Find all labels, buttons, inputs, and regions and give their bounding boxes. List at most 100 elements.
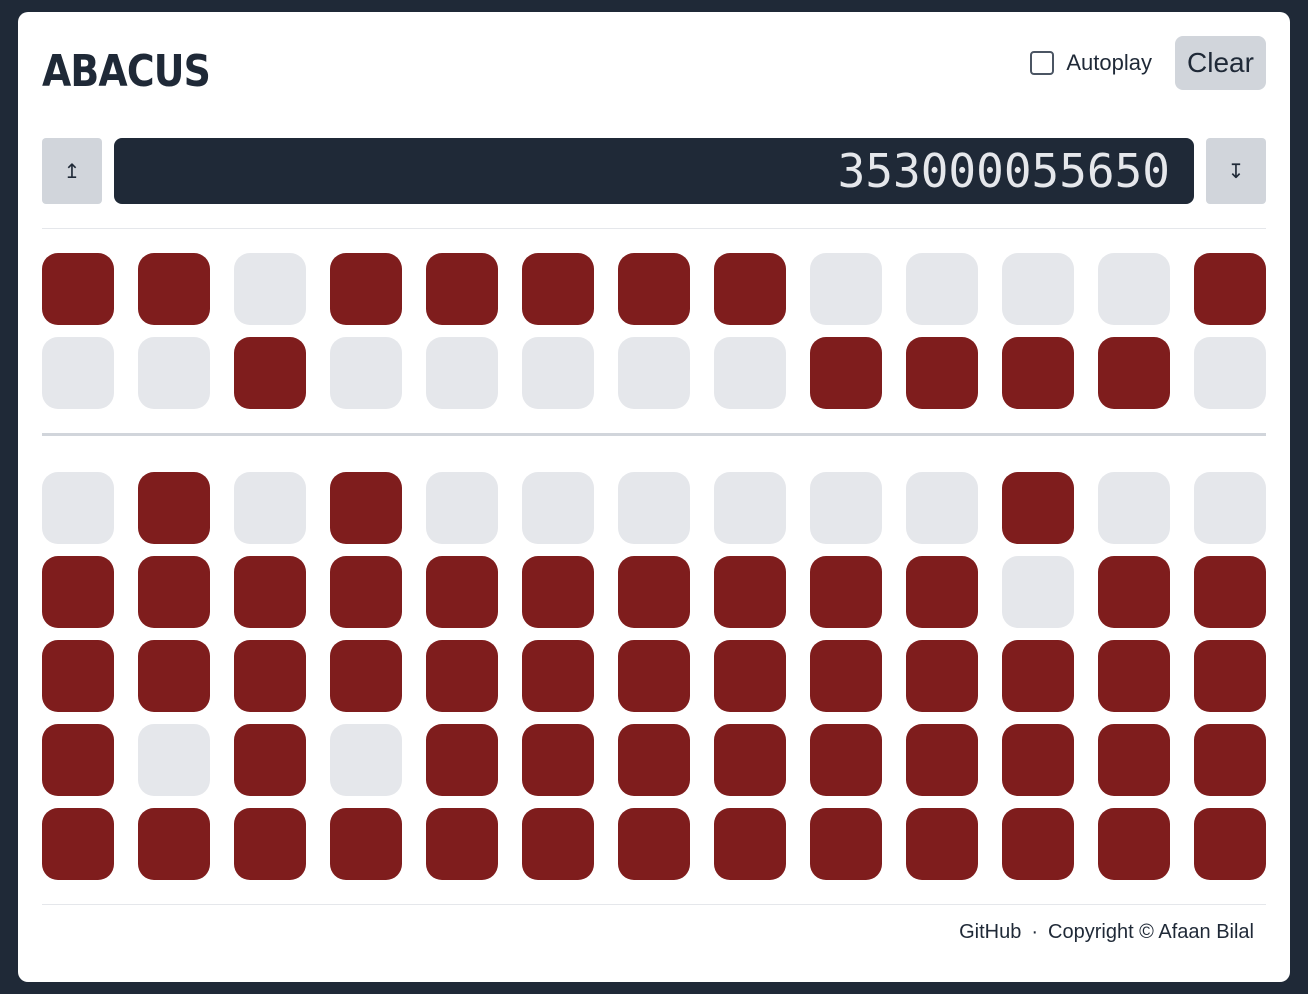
earth-bead[interactable]	[42, 808, 114, 880]
heaven-bead[interactable]	[618, 337, 690, 409]
heaven-bead[interactable]	[234, 337, 306, 409]
heaven-bead[interactable]	[42, 253, 114, 325]
earth-bead[interactable]	[42, 472, 114, 544]
earth-bead[interactable]	[522, 724, 594, 796]
earth-bead[interactable]	[330, 472, 402, 544]
earth-bead[interactable]	[426, 808, 498, 880]
app-title: ABACUS	[42, 46, 211, 97]
earth-bead[interactable]	[714, 556, 786, 628]
earth-bead[interactable]	[810, 724, 882, 796]
autoplay-checkbox[interactable]	[1030, 51, 1055, 75]
earth-bead[interactable]	[42, 640, 114, 712]
earth-bead[interactable]	[810, 640, 882, 712]
earth-bead[interactable]	[234, 472, 306, 544]
earth-bead[interactable]	[1002, 472, 1074, 544]
earth-bead[interactable]	[1002, 640, 1074, 712]
heaven-bead[interactable]	[234, 253, 306, 325]
earth-bead[interactable]	[138, 472, 210, 544]
earth-bead[interactable]	[138, 808, 210, 880]
earth-bead[interactable]	[906, 640, 978, 712]
earth-bead[interactable]	[234, 640, 306, 712]
shift-up-button[interactable]: ↥	[42, 138, 102, 204]
earth-bead[interactable]	[810, 472, 882, 544]
earth-bead[interactable]	[1002, 724, 1074, 796]
earth-bead[interactable]	[522, 472, 594, 544]
earth-bead[interactable]	[330, 556, 402, 628]
heaven-bead[interactable]	[330, 337, 402, 409]
heaven-bead[interactable]	[426, 253, 498, 325]
heaven-bead[interactable]	[522, 253, 594, 325]
heaven-bead[interactable]	[42, 337, 114, 409]
earth-bead[interactable]	[1098, 808, 1170, 880]
heaven-bead[interactable]	[906, 337, 978, 409]
heaven-bead[interactable]	[714, 337, 786, 409]
heaven-bead[interactable]	[810, 253, 882, 325]
autoplay-toggle[interactable]: Autoplay	[1030, 50, 1152, 76]
earth-bead[interactable]	[618, 640, 690, 712]
earth-bead[interactable]	[522, 640, 594, 712]
earth-bead[interactable]	[1194, 724, 1266, 796]
heaven-bead[interactable]	[330, 253, 402, 325]
earth-bead[interactable]	[234, 724, 306, 796]
heaven-bead[interactable]	[1194, 253, 1266, 325]
earth-bead[interactable]	[1194, 640, 1266, 712]
earth-bead[interactable]	[1098, 724, 1170, 796]
earth-bead[interactable]	[1194, 808, 1266, 880]
earth-bead[interactable]	[426, 724, 498, 796]
top-separator	[42, 228, 1266, 229]
earth-bead[interactable]	[234, 808, 306, 880]
earth-bead[interactable]	[330, 808, 402, 880]
earth-bead[interactable]	[1002, 556, 1074, 628]
github-link[interactable]: GitHub	[959, 921, 1021, 944]
earth-bead[interactable]	[1098, 472, 1170, 544]
shift-down-button[interactable]: ↧	[1206, 138, 1266, 204]
heaven-bead[interactable]	[1002, 253, 1074, 325]
earth-bead[interactable]	[906, 724, 978, 796]
clear-button[interactable]: Clear	[1175, 36, 1266, 90]
earth-bead[interactable]	[522, 808, 594, 880]
earth-bead[interactable]	[426, 640, 498, 712]
earth-bead[interactable]	[426, 472, 498, 544]
heaven-bead[interactable]	[426, 337, 498, 409]
earth-bead[interactable]	[42, 556, 114, 628]
heaven-bead[interactable]	[906, 253, 978, 325]
earth-bead[interactable]	[1002, 808, 1074, 880]
earth-bead[interactable]	[618, 472, 690, 544]
earth-bead[interactable]	[714, 472, 786, 544]
heaven-bead[interactable]	[1194, 337, 1266, 409]
heaven-bead[interactable]	[1098, 253, 1170, 325]
abacus-beam	[42, 433, 1266, 436]
heaven-bead[interactable]	[810, 337, 882, 409]
earth-bead[interactable]	[138, 556, 210, 628]
earth-bead[interactable]	[138, 640, 210, 712]
earth-bead[interactable]	[42, 724, 114, 796]
earth-bead[interactable]	[330, 724, 402, 796]
heaven-bead[interactable]	[522, 337, 594, 409]
earth-bead[interactable]	[618, 808, 690, 880]
earth-bead[interactable]	[1194, 556, 1266, 628]
earth-bead[interactable]	[714, 724, 786, 796]
earth-bead[interactable]	[618, 724, 690, 796]
earth-bead[interactable]	[618, 556, 690, 628]
earth-bead[interactable]	[810, 556, 882, 628]
earth-bead[interactable]	[1098, 640, 1170, 712]
earth-bead[interactable]	[906, 472, 978, 544]
earth-bead[interactable]	[1098, 556, 1170, 628]
earth-bead[interactable]	[1194, 472, 1266, 544]
heaven-bead[interactable]	[138, 253, 210, 325]
earth-bead[interactable]	[330, 640, 402, 712]
earth-bead[interactable]	[810, 808, 882, 880]
earth-bead[interactable]	[522, 556, 594, 628]
heaven-bead[interactable]	[714, 253, 786, 325]
earth-bead[interactable]	[714, 808, 786, 880]
heaven-bead[interactable]	[1098, 337, 1170, 409]
heaven-bead[interactable]	[1002, 337, 1074, 409]
earth-bead[interactable]	[138, 724, 210, 796]
earth-bead[interactable]	[714, 640, 786, 712]
earth-bead[interactable]	[906, 808, 978, 880]
earth-bead[interactable]	[426, 556, 498, 628]
heaven-bead[interactable]	[618, 253, 690, 325]
earth-bead[interactable]	[234, 556, 306, 628]
earth-bead[interactable]	[906, 556, 978, 628]
heaven-bead[interactable]	[138, 337, 210, 409]
